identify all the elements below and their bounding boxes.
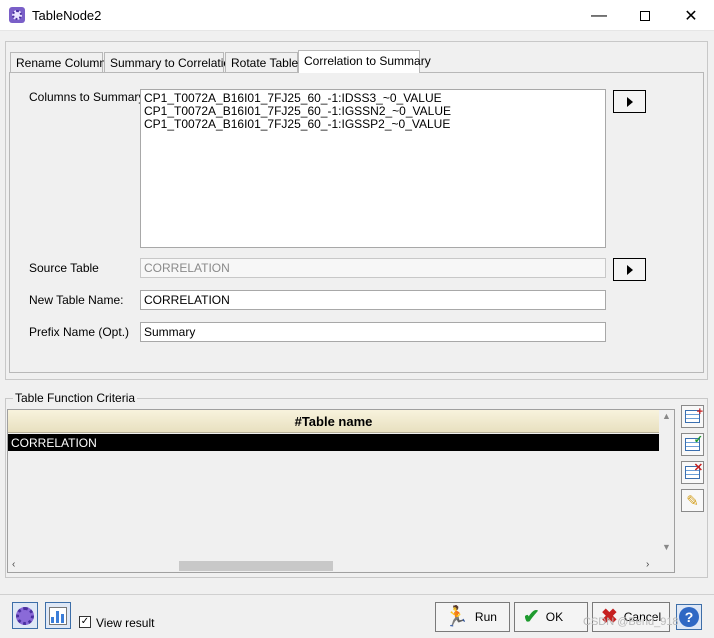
tab-label: Correlation to Summary: [304, 54, 431, 68]
scroll-thumb[interactable]: [179, 561, 333, 571]
source-table-field: CORRELATION: [140, 258, 606, 278]
delete-row-icon: ✕: [685, 463, 703, 479]
ok-button[interactable]: ✔ OK: [514, 602, 588, 632]
app-gear-icon: [9, 7, 25, 23]
criteria-grid: #Table name CORRELATION ▲ ▼ ‹ ›: [7, 409, 675, 573]
table-row[interactable]: CORRELATION: [8, 434, 659, 451]
arrow-right-icon: [626, 96, 633, 107]
minimize-button[interactable]: —: [576, 0, 622, 31]
help-button[interactable]: ?: [676, 604, 702, 630]
clear-button[interactable]: ✎: [681, 489, 704, 512]
source-table-label: Source Table: [29, 261, 99, 275]
gear-icon: [16, 606, 34, 625]
scroll-down-icon[interactable]: ▼: [662, 542, 671, 552]
tab-summary-to-correlation[interactable]: Summary to Correlation: [104, 52, 237, 72]
close-button[interactable]: ✕: [668, 0, 714, 31]
ok-label: OK: [545, 610, 564, 624]
new-table-name-input[interactable]: CORRELATION: [140, 290, 606, 310]
view-result-label: View result: [96, 616, 155, 630]
chart-icon: [49, 606, 67, 625]
tab-label: Summary to Correlation: [110, 56, 237, 70]
tab-label: Rename Columns: [16, 56, 113, 70]
check-row-button[interactable]: ✓: [681, 433, 704, 456]
maximize-button[interactable]: [622, 0, 668, 31]
checkmark-icon: ✔: [523, 606, 540, 628]
window-title: TableNode2: [32, 8, 102, 23]
list-item[interactable]: CP1_T0072A_B16I01_7FJ25_60_-1:IGSSP2_~0_…: [144, 118, 602, 131]
tab-label: Rotate Table: [231, 56, 299, 70]
run-button[interactable]: 🏃 Run: [435, 602, 510, 632]
prefix-name-label: Prefix Name (Opt.): [29, 325, 130, 339]
maximize-icon: [640, 10, 650, 21]
delete-row-button[interactable]: ✕: [681, 461, 704, 484]
select-source-button[interactable]: [613, 258, 646, 281]
scroll-left-icon[interactable]: ‹: [12, 559, 15, 570]
minimize-icon: —: [591, 6, 607, 24]
columns-listbox[interactable]: CP1_T0072A_B16I01_7FJ25_60_-1:IDSS3_~0_V…: [140, 89, 606, 248]
new-table-name-label: New Table Name:: [29, 293, 124, 307]
tab-correlation-to-summary[interactable]: Correlation to Summary: [298, 50, 431, 73]
select-columns-button[interactable]: [613, 90, 646, 113]
help-icon: ?: [679, 607, 699, 627]
tab-rotate-table[interactable]: Rotate Table: [225, 52, 298, 72]
add-row-button[interactable]: +: [681, 405, 704, 428]
scroll-right-icon[interactable]: ›: [646, 559, 649, 570]
column-header-table-name[interactable]: #Table name: [8, 410, 659, 433]
footer-divider: [0, 594, 714, 595]
eraser-icon: ✎: [686, 492, 699, 510]
scroll-up-icon[interactable]: ▲: [662, 411, 671, 421]
criteria-group-title: Table Function Criteria: [13, 391, 138, 405]
check-row-icon: ✓: [685, 435, 703, 451]
running-man-icon: 🏃: [444, 606, 469, 628]
close-icon: ✕: [684, 7, 698, 25]
add-row-icon: +: [685, 407, 703, 423]
run-label: Run: [474, 610, 497, 624]
arrow-right-icon: [626, 264, 633, 275]
vertical-scrollbar[interactable]: ▲ ▼: [659, 410, 674, 558]
watermark-text: CSDN @Bend_918: [583, 616, 679, 628]
tab-rename-columns[interactable]: Rename Columns: [10, 52, 112, 72]
column-header-label: #Table name: [294, 413, 373, 429]
chart-view-button[interactable]: [45, 602, 71, 629]
settings-button[interactable]: [12, 602, 38, 629]
prefix-name-input[interactable]: Summary: [140, 322, 606, 342]
view-result-checkbox[interactable]: ✓: [79, 616, 91, 628]
horizontal-scrollbar[interactable]: ‹ ›: [8, 558, 659, 572]
columns-to-summary-label: Columns to Summary: [29, 90, 145, 104]
title-bar: TableNode2 — ✕: [0, 0, 714, 31]
